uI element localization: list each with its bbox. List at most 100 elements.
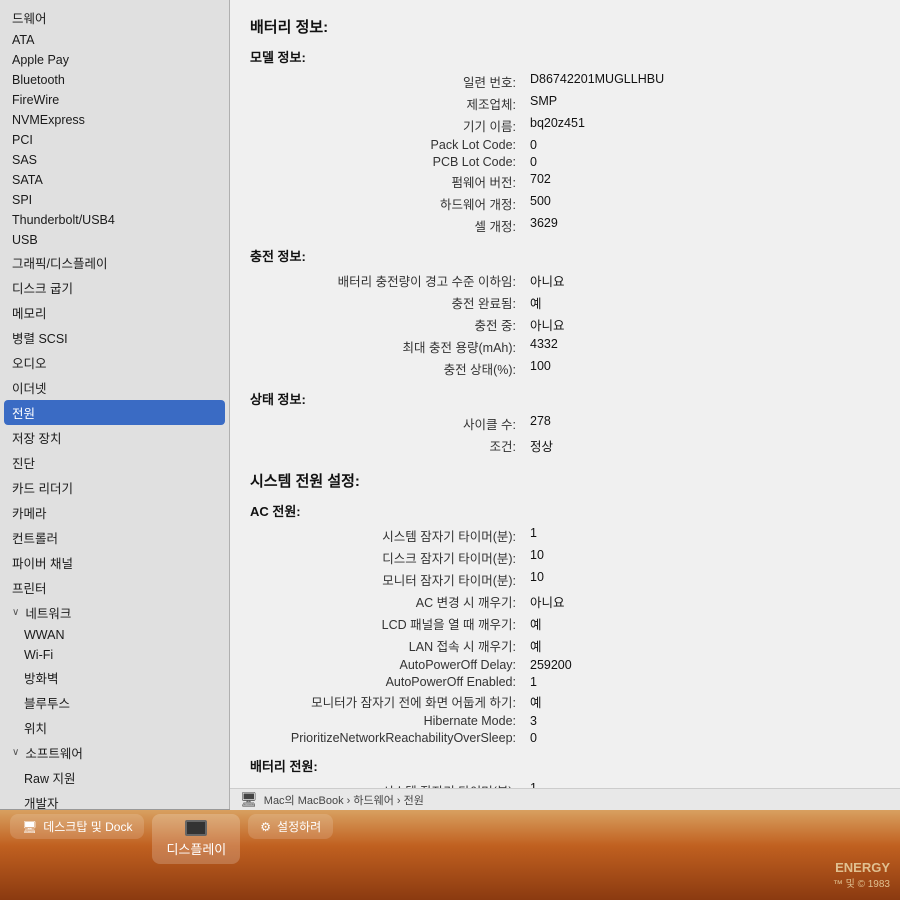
condition-value: 정상 — [526, 434, 880, 456]
sidebar-group-network[interactable]: ∨네트워크 — [0, 600, 229, 625]
content-area: 배터리 정보: 모델 정보: 일련 번호: D86742201MUGLLHBU … — [230, 0, 900, 809]
lan-wake-label: LAN 접속 시 깨우기: — [266, 634, 526, 656]
cell-count-label: 셀 개정: — [266, 214, 526, 236]
sidebar-item-wwan[interactable]: WWAN — [0, 625, 229, 645]
sidebar-item-disk[interactable]: 디스크 굽기 — [0, 275, 229, 300]
monitor-sleep-label: 모니터 잠자기 타이머(분): — [266, 568, 526, 590]
sidebar-item-pci[interactable]: PCI — [0, 130, 229, 150]
sidebar-item-audio[interactable]: 오디오 — [0, 350, 229, 375]
max-capacity-label: 최대 충전 용량(mAh): — [266, 335, 526, 357]
sidebar-item-bluetooth[interactable]: Bluetooth — [0, 70, 229, 90]
ac-power-table: 시스템 잠자기 타이머(분): 1 디스크 잠자기 타이머(분): 10 모니터… — [266, 524, 880, 746]
dim-before-sleep-value: 예 — [526, 690, 880, 712]
sidebar-item-sata[interactable]: SATA — [0, 170, 229, 190]
dock-icon: 🖥 — [22, 820, 37, 834]
sidebar-item-graphics[interactable]: 그래픽/디스플레이 — [0, 250, 229, 275]
pcb-lot-value: 0 — [526, 153, 880, 170]
pcb-lot-label: PCB Lot Code: — [266, 153, 526, 170]
sidebar-item-printer[interactable]: 프린터 — [0, 575, 229, 600]
max-capacity-value: 4332 — [526, 335, 880, 357]
device-name-label: 기기 이름: — [266, 114, 526, 136]
status-info-table: 사이클 수: 278 조건: 정상 — [266, 412, 880, 456]
display-icon — [185, 820, 207, 836]
energy-panel: ENERGY ™ 및 © 1983 — [833, 860, 890, 890]
charge-state-value: 100 — [526, 357, 880, 379]
sidebar-item-ethernet[interactable]: 이더넷 — [0, 375, 229, 400]
sidebar-item-firewall[interactable]: 방화벽 — [0, 665, 229, 690]
dim-before-sleep-label: 모니터가 잠자기 전에 화면 어둡게 하기: — [266, 690, 526, 712]
auto-off-enabled-value: 1 — [526, 673, 880, 690]
sidebar-item-rawsupport[interactable]: Raw 지원 — [0, 765, 229, 790]
charging-value: 아니요 — [526, 313, 880, 335]
pack-lot-label: Pack Lot Code: — [266, 136, 526, 153]
breadcrumb-path: Mac의 MacBook › 하드웨어 › 전원 — [264, 792, 424, 808]
sidebar-item-location[interactable]: 위치 — [0, 715, 229, 740]
cell-count-value: 3629 — [526, 214, 880, 236]
main-window: 드웨어 ATA Apple Pay Bluetooth FireWire NVM… — [0, 0, 900, 810]
firmware-label: 펌웨어 버전: — [266, 170, 526, 192]
prioritize-label: PrioritizeNetworkReachabilityOverSleep: — [266, 729, 526, 746]
firmware-value: 702 — [526, 170, 880, 192]
sidebar-item-parallelscsi[interactable]: 병렬 SCSI — [0, 325, 229, 350]
sidebar: 드웨어 ATA Apple Pay Bluetooth FireWire NVM… — [0, 0, 230, 809]
energy-sub: ™ 및 © 1983 — [833, 875, 890, 890]
chevron-down-icon-2: ∨ — [12, 747, 19, 758]
ac-power-section: AC 전원: — [250, 501, 880, 520]
sidebar-item-wifi[interactable]: Wi-Fi — [0, 645, 229, 665]
settings-label: 설정하려 — [277, 818, 321, 835]
status-section-title: 상태 정보: — [250, 389, 880, 408]
ac-wake-value: 아니요 — [526, 590, 880, 612]
sidebar-item-memory[interactable]: 메모리 — [0, 300, 229, 325]
mac-icon: 🖥 — [240, 791, 258, 808]
sidebar-item-cardreader[interactable]: 카드 리더기 — [0, 475, 229, 500]
manufacturer-label: 제조업체: — [266, 92, 526, 114]
hibernate-value: 3 — [526, 712, 880, 729]
sidebar-item-thunderbolt[interactable]: Thunderbolt/USB4 — [0, 210, 229, 230]
sidebar-item-spi[interactable]: SPI — [0, 190, 229, 210]
breadcrumb-bar: 🖥 Mac의 MacBook › 하드웨어 › 전원 — [230, 788, 900, 810]
sidebar-group-software[interactable]: ∨소프트웨어 — [0, 740, 229, 765]
sidebar-item-camera[interactable]: 카메라 — [0, 500, 229, 525]
pack-lot-value: 0 — [526, 136, 880, 153]
sidebar-item-bluetooth2[interactable]: 블루투스 — [0, 690, 229, 715]
sidebar-item-usb[interactable]: USB — [0, 230, 229, 250]
sidebar-item-storage[interactable]: 저장 장치 — [0, 425, 229, 450]
charge-complete-label: 충전 완료됨: — [266, 291, 526, 313]
sidebar-item-sas[interactable]: SAS — [0, 150, 229, 170]
sidebar-item-power[interactable]: 전원 — [4, 400, 225, 425]
serial-label: 일련 번호: — [266, 70, 526, 92]
dock-label: 데스크탑 및 Dock — [43, 818, 132, 835]
bottom-panel-display[interactable]: 디스플레이 — [152, 814, 240, 864]
settings-icon: ⚙ — [260, 820, 271, 834]
sidebar-item-developer[interactable]: 개발자 — [0, 790, 229, 809]
auto-off-delay-label: AutoPowerOff Delay: — [266, 656, 526, 673]
model-section-title: 모델 정보: — [250, 47, 880, 66]
sidebar-item-controller[interactable]: 컨트롤러 — [0, 525, 229, 550]
sidebar-item-nvmexpress[interactable]: NVMExpress — [0, 110, 229, 130]
lcd-wake-value: 예 — [526, 612, 880, 634]
auto-off-delay-value: 259200 — [526, 656, 880, 673]
charging-label: 충전 중: — [266, 313, 526, 335]
bottom-panel-settings[interactable]: ⚙ 설정하려 — [248, 814, 333, 839]
sys-sleep-value: 1 — [526, 524, 880, 546]
bottom-panel-dock[interactable]: 🖥 데스크탑 및 Dock — [10, 814, 144, 839]
low-charge-label: 배터리 충전량이 경고 수준 이하임: — [266, 269, 526, 291]
manufacturer-value: SMP — [526, 92, 880, 114]
model-info-table: 일련 번호: D86742201MUGLLHBU 제조업체: SMP 기기 이름… — [266, 70, 880, 236]
sidebar-item-ata[interactable]: ATA — [0, 30, 229, 50]
lan-wake-value: 예 — [526, 634, 880, 656]
serial-value: D86742201MUGLLHBU — [526, 70, 880, 92]
sidebar-item-firewire[interactable]: FireWire — [0, 90, 229, 110]
disk-sleep-label: 디스크 잠자기 타이머(분): — [266, 546, 526, 568]
disk-sleep-value: 10 — [526, 546, 880, 568]
charge-section-title: 충전 정보: — [250, 246, 880, 265]
auto-off-enabled-label: AutoPowerOff Enabled: — [266, 673, 526, 690]
monitor-sleep-value: 10 — [526, 568, 880, 590]
prioritize-value: 0 — [526, 729, 880, 746]
display-label: 디스플레이 — [166, 839, 226, 858]
charge-state-label: 충전 상태(%): — [266, 357, 526, 379]
sidebar-item-applepay[interactable]: Apple Pay — [0, 50, 229, 70]
sidebar-item-diagnostics[interactable]: 진단 — [0, 450, 229, 475]
condition-label: 조건: — [266, 434, 526, 456]
sidebar-item-fiberchannel[interactable]: 파이버 채널 — [0, 550, 229, 575]
